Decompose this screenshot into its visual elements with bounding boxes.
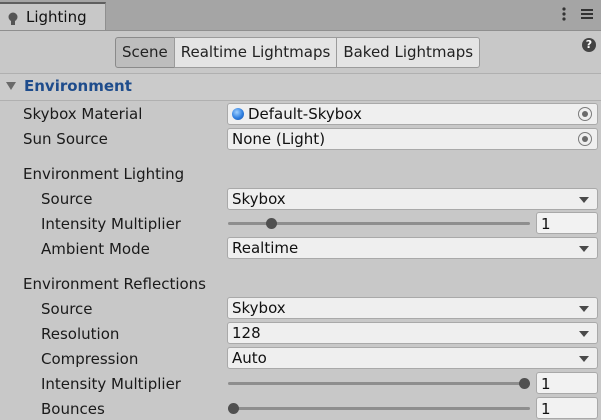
bounces-value: 1 <box>541 400 551 418</box>
foldout-arrow-icon[interactable] <box>6 82 16 90</box>
bounces-slider[interactable] <box>228 407 530 410</box>
bounces-label: Bounces <box>41 400 105 418</box>
env-reflections-source-dropdown[interactable]: Skybox <box>227 297 598 319</box>
material-icon <box>232 108 244 120</box>
ambient-mode-dropdown[interactable]: Realtime <box>227 237 598 259</box>
env-reflections-intensity-value: 1 <box>541 375 551 393</box>
ambient-mode-label: Ambient Mode <box>41 240 150 258</box>
resolution-label: Resolution <box>41 325 120 343</box>
window-tab-label: Lighting <box>26 8 87 26</box>
env-reflections-intensity-slider[interactable] <box>228 382 530 385</box>
chevron-down-icon <box>579 197 589 203</box>
section-title: Environment <box>24 77 132 95</box>
sun-source-field[interactable]: None (Light) <box>227 128 598 150</box>
compression-label: Compression <box>41 350 139 368</box>
env-lighting-intensity-input[interactable]: 1 <box>536 212 598 234</box>
ambient-mode-value: Realtime <box>232 239 299 257</box>
env-lighting-source-value: Skybox <box>232 190 286 208</box>
chevron-down-icon <box>579 356 589 362</box>
resolution-dropdown[interactable]: 128 <box>227 322 598 344</box>
compression-dropdown[interactable]: Auto <box>227 347 598 369</box>
env-reflections-intensity-label: Intensity Multiplier <box>41 375 181 393</box>
sun-source-value: None (Light) <box>232 130 326 148</box>
bounces-input[interactable]: 1 <box>536 397 598 419</box>
env-lighting-intensity-slider-thumb[interactable] <box>265 218 277 229</box>
more-options-icon[interactable] <box>558 5 570 23</box>
env-reflections-source-value: Skybox <box>232 299 286 317</box>
environment-section-header[interactable]: Environment <box>0 73 601 101</box>
skybox-material-value: Default-Skybox <box>248 105 362 123</box>
env-lighting-source-label: Source <box>41 190 93 208</box>
chevron-down-icon <box>579 246 589 252</box>
env-lighting-source-dropdown[interactable]: Skybox <box>227 188 598 210</box>
env-reflections-source-label: Source <box>41 300 93 318</box>
resolution-value: 128 <box>232 324 261 342</box>
chevron-down-icon <box>579 331 589 337</box>
skybox-material-field[interactable]: Default-Skybox <box>227 103 598 125</box>
environment-lighting-header: Environment Lighting <box>23 165 185 183</box>
tab-realtime-lightmaps[interactable]: Realtime Lightmaps <box>173 37 338 68</box>
sun-source-label: Sun Source <box>23 130 108 148</box>
bounces-slider-thumb[interactable] <box>228 403 239 414</box>
lighting-mode-tabs: Scene Realtime Lightmaps Baked Lightmaps <box>115 37 481 68</box>
env-reflections-intensity-input[interactable]: 1 <box>536 372 598 394</box>
tab-scene[interactable]: Scene <box>115 37 175 68</box>
menu-icon[interactable] <box>580 6 594 22</box>
env-lighting-intensity-value: 1 <box>541 215 551 233</box>
object-picker-icon[interactable] <box>578 107 592 121</box>
help-icon[interactable]: ? <box>582 38 596 52</box>
environment-reflections-header: Environment Reflections <box>23 275 206 293</box>
skybox-material-label: Skybox Material <box>23 105 143 123</box>
object-picker-icon[interactable] <box>578 132 592 146</box>
chevron-down-icon <box>579 306 589 312</box>
tab-baked-lightmaps[interactable]: Baked Lightmaps <box>336 37 481 68</box>
env-reflections-intensity-slider-thumb[interactable] <box>519 378 530 389</box>
compression-value: Auto <box>232 349 267 367</box>
lightbulb-icon <box>8 12 18 25</box>
env-lighting-intensity-label: Intensity Multiplier <box>41 215 181 233</box>
window-tab-lighting[interactable]: Lighting <box>0 2 106 30</box>
